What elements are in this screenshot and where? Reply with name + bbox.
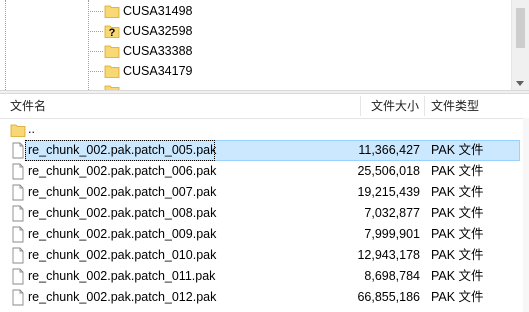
list-scrollbar[interactable] (523, 118, 529, 312)
file-row[interactable]: re_chunk_002.pak.patch_006.pak 25,506,01… (0, 161, 529, 182)
tree-item-clipped[interactable] (88, 81, 508, 90)
file-icon (12, 226, 24, 243)
file-name: re_chunk_002.pak.patch_009.pak (28, 227, 217, 241)
file-size: 66,855,186 (357, 290, 420, 304)
tree-branch-line (88, 71, 103, 72)
tree-item[interactable]: CUSA33388 (88, 41, 508, 61)
unknown-folder-icon: ? (104, 25, 120, 39)
file-size: 8,698,784 (364, 269, 420, 283)
directory-tree[interactable]: CUSA31498 ? CUSA32598 CUSA33388 CUSA3417… (0, 0, 529, 90)
file-list[interactable]: 文件名 文件大小 文件类型 .. re_chunk_002.pak.patch_… (0, 94, 529, 312)
file-size: 12,943,178 (357, 248, 420, 262)
file-name: re_chunk_002.pak.patch_011.pak (28, 269, 216, 283)
file-type: PAK 文件 (431, 269, 484, 283)
file-type: PAK 文件 (431, 164, 484, 178)
folder-icon (10, 124, 26, 137)
file-name: re_chunk_002.pak.patch_012.pak (28, 290, 217, 304)
folder-icon (104, 85, 120, 90)
file-icon (12, 205, 24, 222)
file-size: 19,215,439 (357, 185, 420, 199)
file-type: PAK 文件 (431, 143, 484, 157)
tree-item-label: CUSA31498 (123, 4, 193, 18)
tree-item[interactable]: ? CUSA32598 (88, 21, 508, 41)
file-row[interactable]: re_chunk_002.pak.patch_011.pak 8,698,784… (0, 266, 529, 287)
file-icon (12, 247, 24, 264)
column-divider[interactable] (360, 96, 361, 116)
file-icon (12, 268, 24, 285)
parent-directory-row[interactable]: .. (0, 119, 529, 140)
scrollbar-thumb[interactable] (516, 8, 525, 48)
svg-text:?: ? (109, 27, 116, 39)
tree-item[interactable]: CUSA34179 (88, 61, 508, 81)
file-size: 7,999,901 (364, 227, 420, 241)
file-type: PAK 文件 (431, 248, 484, 262)
file-name: re_chunk_002.pak.patch_007.pak (28, 185, 217, 199)
file-row[interactable]: re_chunk_002.pak.patch_012.pak 66,855,18… (0, 287, 529, 308)
tree-item[interactable]: CUSA31498 (88, 1, 508, 21)
file-name: re_chunk_002.pak.patch_010.pak (28, 248, 217, 262)
column-divider[interactable] (424, 96, 425, 116)
file-type: PAK 文件 (431, 185, 484, 199)
file-type: PAK 文件 (431, 227, 484, 241)
tree-item-label: CUSA32598 (123, 24, 193, 38)
tree-scrollbar[interactable] (511, 0, 529, 90)
file-name: .. (28, 122, 35, 136)
file-icon (12, 163, 24, 180)
file-type: PAK 文件 (431, 290, 484, 304)
tree-guide-line (5, 0, 6, 90)
file-size: 11,366,427 (358, 143, 420, 157)
file-row[interactable]: re_chunk_002.pak.patch_005.pak 11,366,42… (0, 140, 529, 161)
file-icon (12, 142, 24, 159)
file-size: 7,032,877 (364, 206, 420, 220)
column-header-name[interactable]: 文件名 (10, 94, 46, 118)
tree-branch-line (88, 11, 103, 12)
file-name: re_chunk_002.pak.patch_008.pak (28, 206, 217, 220)
column-header-size[interactable]: 文件大小 (371, 94, 419, 118)
file-type: PAK 文件 (431, 206, 484, 220)
file-size: 25,506,018 (357, 164, 420, 178)
file-row[interactable]: re_chunk_002.pak.patch_008.pak 7,032,877… (0, 203, 529, 224)
file-name: re_chunk_002.pak.patch_005.pak (28, 143, 217, 157)
file-row[interactable]: re_chunk_002.pak.patch_010.pak 12,943,17… (0, 245, 529, 266)
folder-icon (104, 45, 120, 58)
tree-item-label: CUSA34179 (123, 64, 193, 78)
list-header: 文件名 文件大小 文件类型 (0, 94, 529, 119)
file-name: re_chunk_002.pak.patch_006.pak (28, 164, 217, 178)
file-icon (12, 184, 24, 201)
file-row[interactable]: re_chunk_002.pak.patch_007.pak 19,215,43… (0, 182, 529, 203)
file-row[interactable]: re_chunk_002.pak.patch_009.pak 7,999,901… (0, 224, 529, 245)
scroll-down-icon[interactable] (516, 81, 524, 86)
column-header-type[interactable]: 文件类型 (431, 94, 479, 118)
file-icon (12, 289, 24, 306)
tree-branch-line (88, 31, 103, 32)
folder-icon (104, 65, 120, 78)
tree-item-label: CUSA33388 (123, 44, 193, 58)
tree-branch-line (88, 51, 103, 52)
folder-icon (104, 5, 120, 18)
